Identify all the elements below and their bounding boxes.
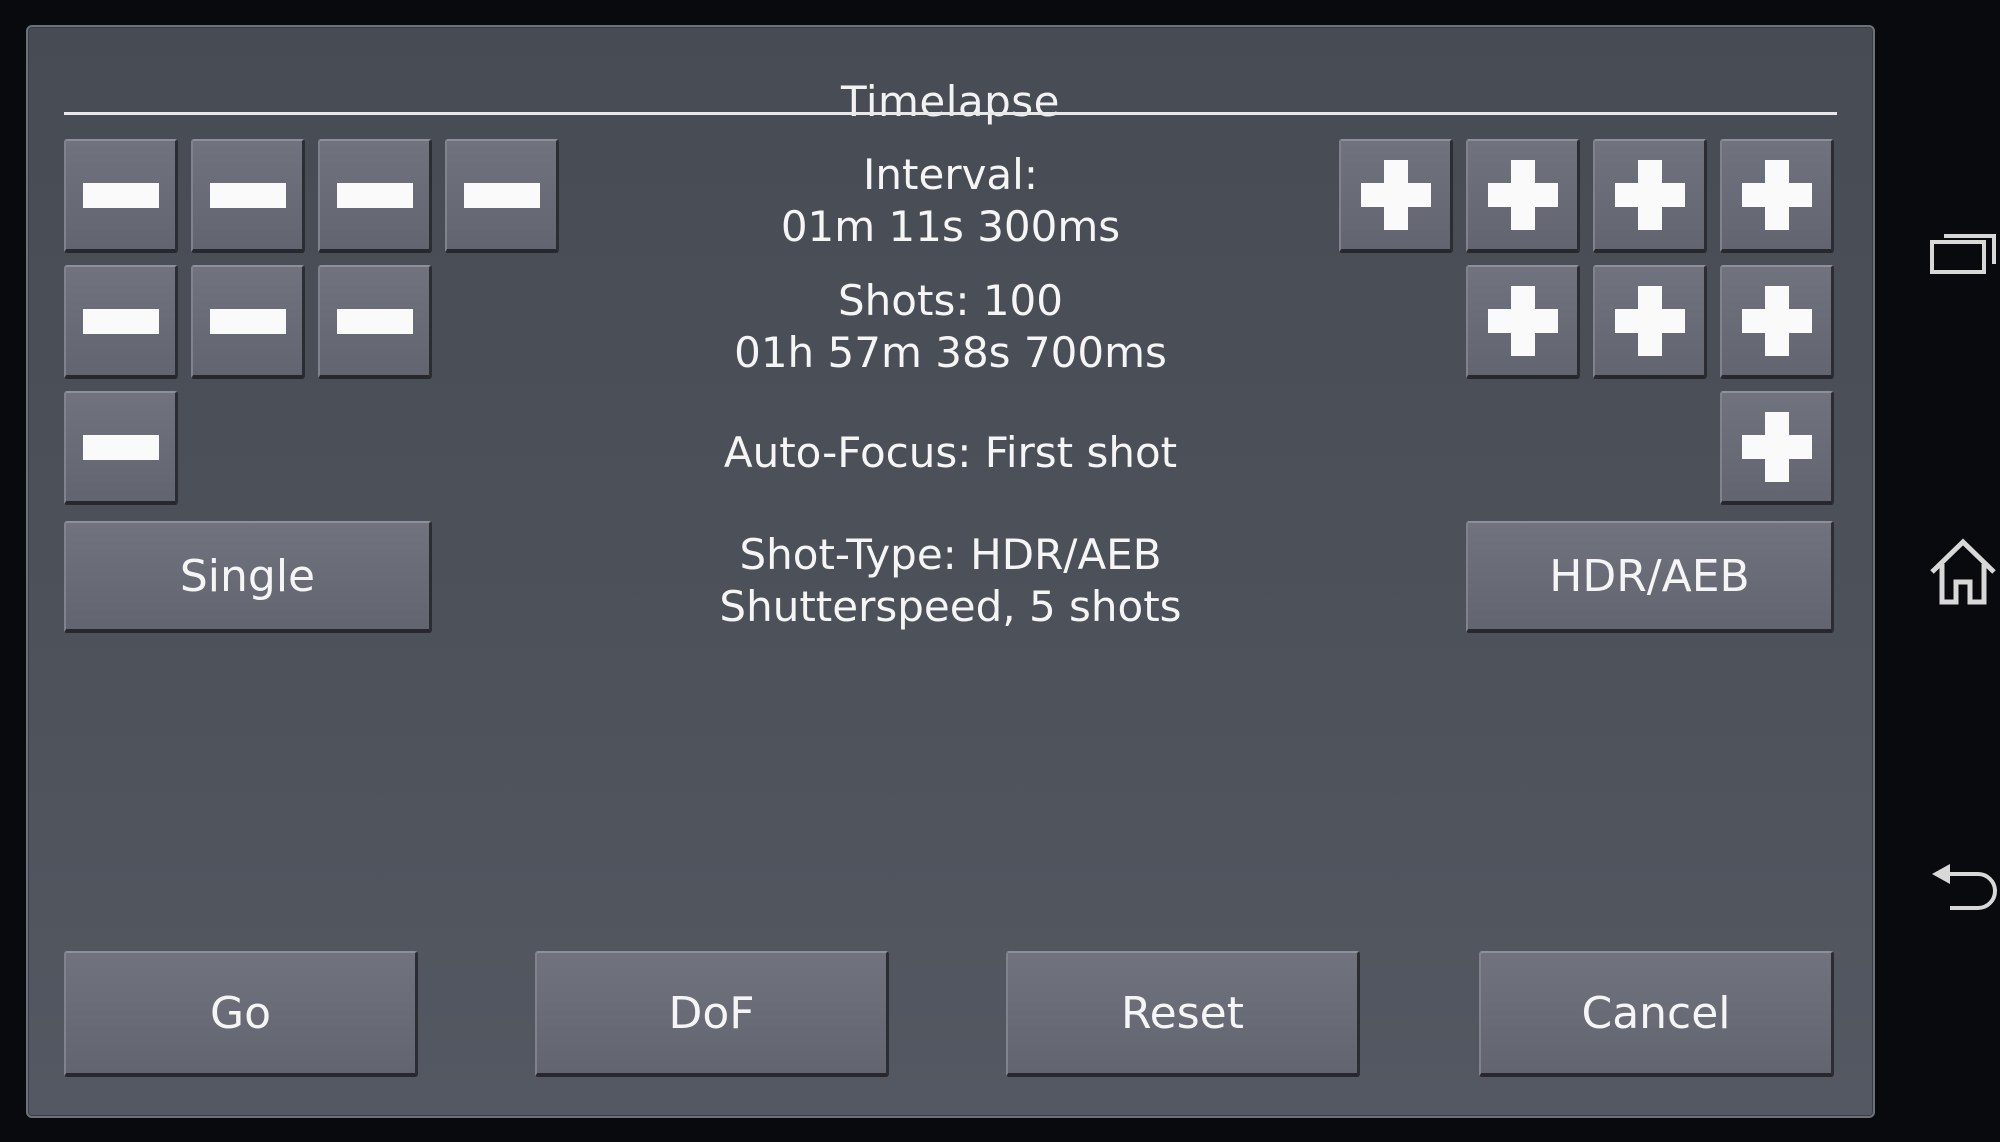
shot-type-label: Shot-Type: HDR/AEB [739, 530, 1162, 579]
shots-duration: 01h 57m 38s 700ms [734, 328, 1167, 377]
home-icon[interactable] [1926, 536, 2000, 606]
reset-button[interactable]: Reset [1006, 951, 1360, 1077]
shots-label: Shots: 100 [838, 276, 1063, 325]
back-icon[interactable] [1928, 862, 2000, 914]
timelapse-dialog: Timelapse Single HDR/AEB Interval: 01m 1… [26, 25, 1875, 1118]
shot-type-detail: Shutterspeed, 5 shots [719, 582, 1182, 631]
recent-apps-icon[interactable] [1928, 226, 1998, 276]
cancel-button[interactable]: Cancel [1479, 951, 1834, 1077]
dialog-title: Timelapse [840, 77, 1061, 126]
dof-button[interactable]: DoF [535, 951, 889, 1077]
title-divider [64, 112, 1837, 115]
autofocus-label: Auto-Focus: First shot [723, 428, 1178, 477]
go-button[interactable]: Go [64, 951, 418, 1077]
interval-value: 01m 11s 300ms [780, 202, 1121, 251]
interval-label: Interval: [863, 150, 1038, 199]
